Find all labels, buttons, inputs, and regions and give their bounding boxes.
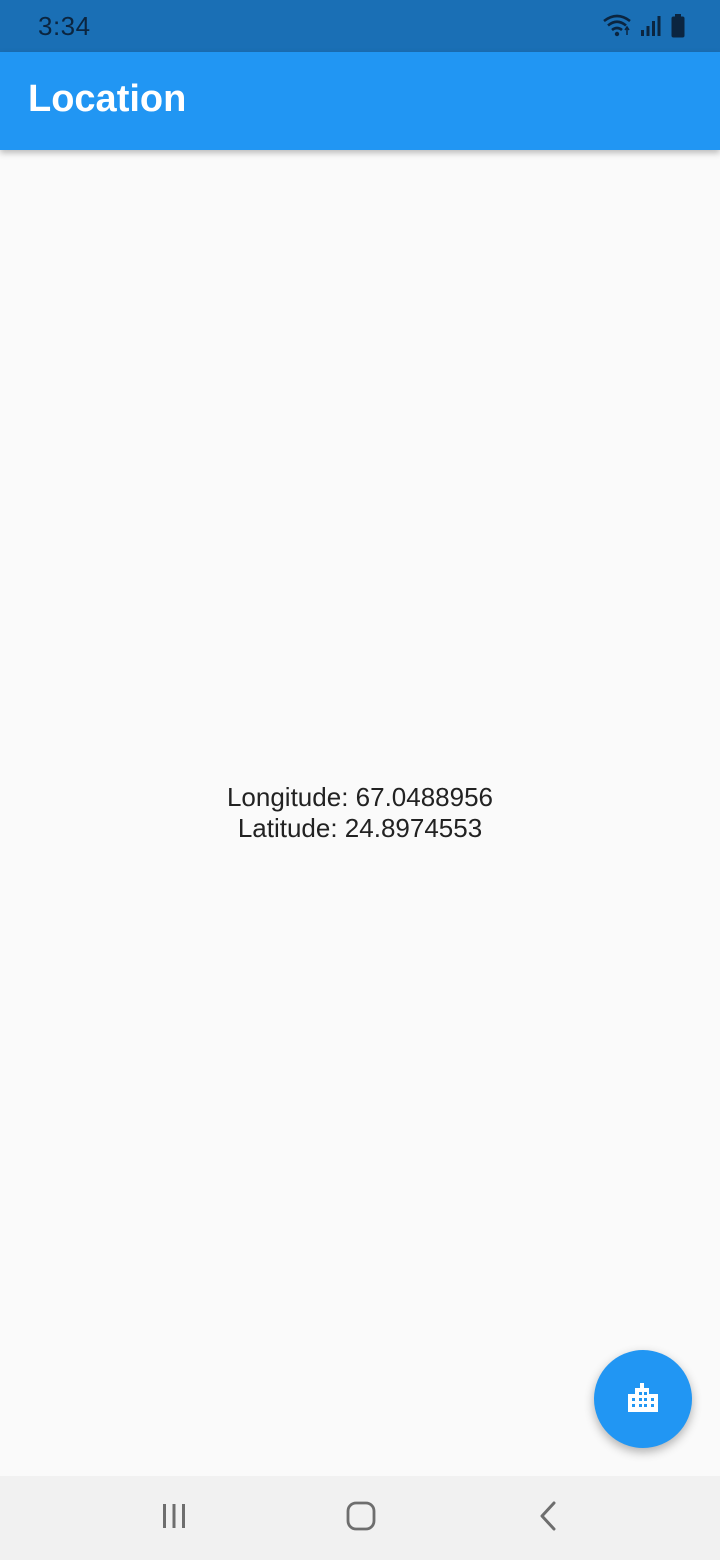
back-icon — [536, 1500, 560, 1537]
home-button[interactable] — [331, 1494, 391, 1542]
get-location-button[interactable] — [594, 1350, 692, 1448]
wifi-icon — [602, 13, 632, 39]
recent-apps-button[interactable] — [144, 1494, 204, 1542]
main-content: Longitude: 67.0488956 Latitude: 24.89745… — [0, 150, 720, 1476]
home-icon — [345, 1500, 377, 1537]
status-time: 3:34 — [38, 11, 91, 41]
battery-icon — [670, 13, 686, 39]
longitude-label: Longitude: — [226, 782, 349, 812]
longitude-line: Longitude: 67.0488956 — [0, 782, 720, 813]
location-display: Longitude: 67.0488956 Latitude: 24.89745… — [0, 782, 720, 844]
status-icons — [602, 12, 686, 40]
building-icon — [626, 1380, 660, 1419]
longitude-value: 67.0488956 — [355, 782, 494, 812]
back-button[interactable] — [518, 1494, 578, 1542]
latitude-label: Latitude: — [237, 813, 338, 843]
navigation-bar — [0, 1476, 720, 1560]
latitude-line: Latitude: 24.8974553 — [0, 813, 720, 844]
recent-apps-icon — [159, 1501, 189, 1536]
page-title: Location — [28, 78, 187, 120]
signal-icon — [640, 15, 662, 37]
app-bar: Location — [0, 52, 720, 150]
status-bar: 3:34 — [0, 0, 720, 52]
latitude-value: 24.8974553 — [344, 813, 483, 843]
